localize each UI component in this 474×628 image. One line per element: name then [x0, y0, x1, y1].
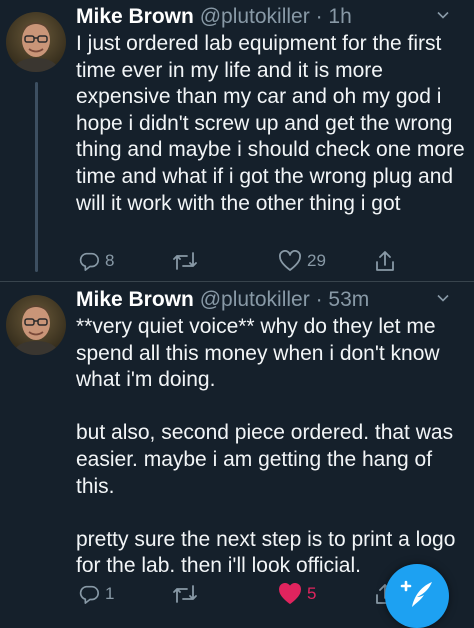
heart-icon [278, 583, 302, 605]
share-icon [374, 249, 396, 273]
heart-icon [278, 250, 302, 272]
tweet-actions: 8 29 [76, 246, 466, 276]
like-count: 29 [307, 251, 326, 270]
like-button[interactable]: 5 [278, 579, 316, 609]
retweet-button[interactable] [172, 579, 198, 609]
author-handle[interactable]: @plutokiller [200, 288, 310, 311]
tweet-header: Mike Brown @plutokiller · 1h [76, 4, 352, 30]
tweet-divider [0, 281, 474, 282]
tweet-text: **very quiet voice** why do they let me … [76, 315, 456, 578]
reply-count: 8 [105, 251, 115, 270]
author-name[interactable]: Mike Brown [76, 288, 194, 311]
reply-icon [78, 583, 100, 605]
tweet-header: Mike Brown @plutokiller · 53m [76, 287, 369, 313]
author-name[interactable]: Mike Brown [76, 5, 194, 28]
avatar[interactable] [6, 12, 66, 72]
author-handle[interactable]: @plutokiller [200, 5, 310, 28]
chevron-down-icon[interactable] [436, 291, 450, 305]
tweet-time: · 1h [315, 5, 352, 28]
tweet-time: · 53m [315, 288, 370, 311]
avatar[interactable] [6, 295, 66, 355]
tweet-text: I just ordered lab equipment for the fir… [76, 32, 465, 215]
thread-line [35, 82, 38, 272]
retweet-button[interactable] [172, 246, 198, 276]
tweet-1[interactable]: Mike Brown @plutokiller · 1h I just orde… [0, 0, 474, 282]
reply-button[interactable]: 1 [78, 579, 114, 609]
retweet-icon [172, 250, 198, 272]
reply-button[interactable]: 8 [78, 246, 114, 276]
retweet-icon [172, 583, 198, 605]
share-button[interactable] [374, 246, 396, 276]
reply-icon [78, 250, 100, 272]
like-count: 5 [307, 584, 317, 603]
compose-tweet-button[interactable] [385, 564, 449, 628]
compose-tweet-icon [400, 579, 434, 614]
reply-count: 1 [105, 584, 115, 603]
like-button[interactable]: 29 [278, 246, 326, 276]
chevron-down-icon[interactable] [436, 8, 450, 22]
